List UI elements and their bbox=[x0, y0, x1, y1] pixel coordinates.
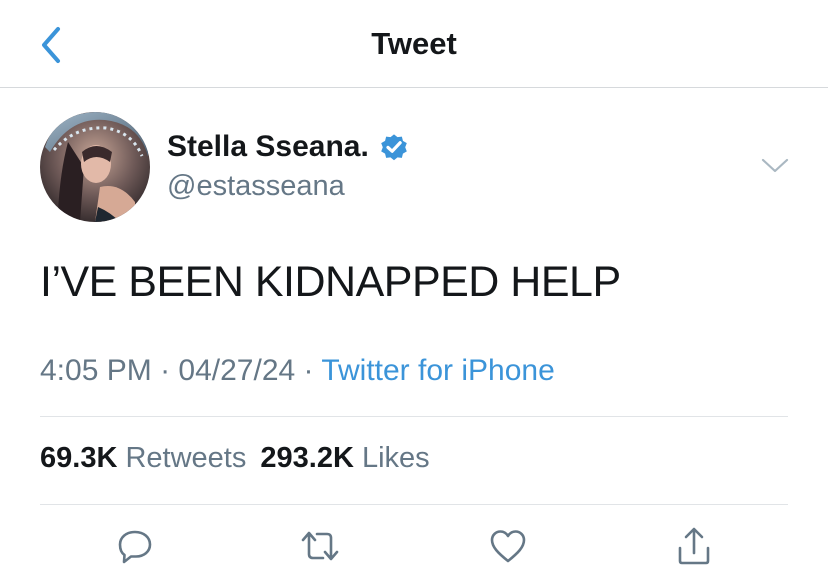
reply-button[interactable] bbox=[113, 524, 157, 568]
author-display-name[interactable]: Stella Sseana. bbox=[167, 130, 369, 164]
likes-stat[interactable]: 293.2K Likes bbox=[260, 442, 429, 474]
author-handle[interactable]: @estasseana bbox=[167, 170, 345, 203]
tweet-source-link[interactable]: Twitter for iPhone bbox=[321, 354, 554, 387]
share-icon bbox=[678, 527, 710, 565]
reply-icon bbox=[118, 530, 152, 564]
divider bbox=[40, 416, 788, 417]
divider bbox=[40, 504, 788, 505]
tweet-options-button[interactable] bbox=[752, 148, 798, 184]
likes-count: 293.2K bbox=[260, 442, 354, 474]
retweets-label: Retweets bbox=[125, 442, 247, 474]
share-button[interactable] bbox=[672, 524, 716, 568]
author-name-row: Stella Sseana. bbox=[167, 127, 410, 167]
tweet-text: I’VE BEEN KIDNAPPED HELP bbox=[40, 258, 621, 306]
verified-badge-icon bbox=[380, 134, 407, 161]
profile-photo bbox=[40, 112, 150, 222]
retweets-stat[interactable]: 69.3K Retweets bbox=[40, 442, 254, 474]
likes-label: Likes bbox=[361, 442, 430, 474]
nav-header: Tweet bbox=[0, 0, 828, 88]
tweet-meta: 4:05 PM · 04/27/24 · Twitter for iPhone bbox=[40, 354, 555, 388]
meta-separator: · bbox=[295, 354, 322, 387]
avatar[interactable] bbox=[40, 112, 150, 222]
chevron-down-icon bbox=[761, 158, 789, 173]
retweets-count: 69.3K bbox=[40, 442, 118, 474]
tweet-date: 04/27/24 bbox=[178, 354, 296, 387]
tweet-stats: 69.3K Retweets 293.2K Likes bbox=[40, 442, 430, 475]
like-icon bbox=[490, 530, 526, 563]
like-button[interactable] bbox=[486, 524, 530, 568]
tweet-time: 4:05 PM bbox=[40, 354, 152, 387]
retweet-icon bbox=[301, 531, 339, 561]
retweet-button[interactable] bbox=[298, 524, 342, 568]
page-title: Tweet bbox=[371, 26, 457, 61]
meta-separator: · bbox=[151, 354, 179, 387]
